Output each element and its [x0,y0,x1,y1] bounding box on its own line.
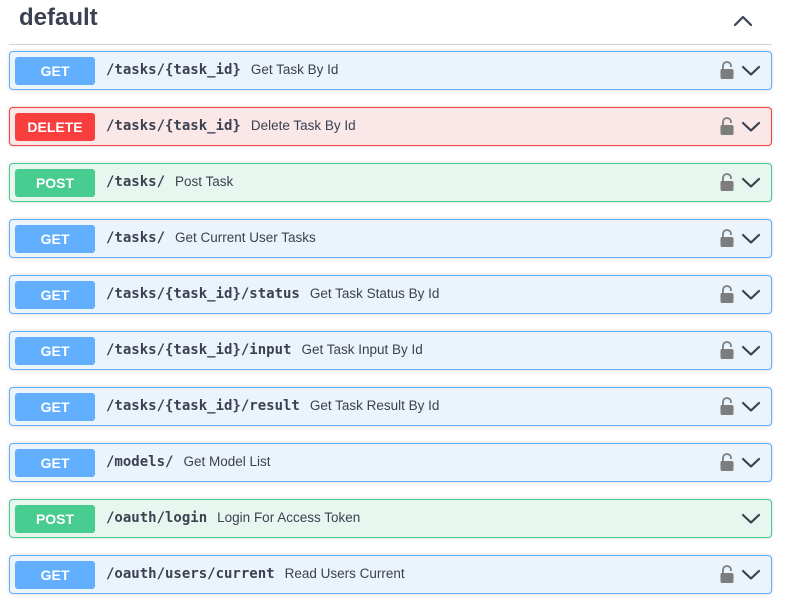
operation-path: /tasks/Get Current User Tasks [106,230,316,246]
operation-summary: Get Task Status By Id [309,286,440,301]
operation-summary: Read Users Current [284,566,405,581]
lock-icon[interactable] [719,396,735,416]
operation-block[interactable]: DELETE /tasks/{task_id} Delete Task By Id [9,107,772,146]
method-badge: POST [15,505,95,533]
method-badge: POST [15,169,95,197]
operation-summary: Post Task [175,174,234,189]
chevron-down-icon[interactable] [741,120,761,133]
method-badge: GET [15,57,95,85]
operations-list: GET /tasks/{task_id} Get Task By Id DELET… [9,51,772,611]
path-text: /oauth/users/current [106,566,275,582]
chevron-down-icon[interactable] [741,232,761,245]
operation-block[interactable]: GET /tasks/{task_id}/status Get Task Stat… [9,275,772,314]
path-text: /tasks/{task_id}/status [106,286,300,302]
section-title: default [19,4,98,31]
method-badge: GET [15,337,95,365]
lock-icon[interactable] [719,228,735,248]
operation-block[interactable]: GET /models/Get Model List [9,443,772,482]
operation-path: /tasks/{task_id}/status Get Task Status B… [106,286,439,302]
path-text: /tasks/{task_id}/input [106,342,292,358]
operation-summary: Login For Access Token [217,510,361,525]
operation-path: /tasks/Post Task [106,174,233,190]
operation-path: /oauth/login Login For Access Token [106,510,360,526]
path-text: /tasks/{task_id} [106,118,241,134]
operation-summary: Get Current User Tasks [175,230,316,245]
path-text: /tasks/{task_id}/result [106,398,300,414]
operation-path: /tasks/{task_id} Delete Task By Id [106,118,356,134]
chevron-down-icon[interactable] [741,64,761,77]
operation-block[interactable]: GET /tasks/{task_id}/input Get Task Input… [9,331,772,370]
chevron-down-icon[interactable] [741,512,761,525]
operation-summary: Get Task By Id [250,62,339,77]
chevron-down-icon[interactable] [741,568,761,581]
lock-icon[interactable] [719,564,735,584]
path-text: /tasks/ [106,230,166,246]
method-badge: DELETE [15,113,95,141]
operation-path: /tasks/{task_id}/input Get Task Input By … [106,342,423,358]
section-header[interactable]: default [9,0,772,45]
operation-block[interactable]: GET /oauth/users/current Read Users Curre… [9,555,772,594]
chevron-down-icon[interactable] [741,400,761,413]
operation-block[interactable]: GET /tasks/Get Current User Tasks [9,219,772,258]
method-badge: GET [15,561,95,589]
operation-summary: Get Model List [183,454,271,469]
chevron-down-icon[interactable] [741,176,761,189]
operation-summary: Delete Task By Id [250,118,356,133]
operation-path: /tasks/{task_id} Get Task By Id [106,62,338,78]
lock-icon[interactable] [719,60,735,80]
chevron-down-icon[interactable] [741,344,761,357]
chevron-down-icon[interactable] [741,456,761,469]
path-text: /models/ [106,454,174,470]
lock-icon[interactable] [719,340,735,360]
method-badge: GET [15,393,95,421]
method-badge: GET [15,225,95,253]
operation-block[interactable]: GET /tasks/{task_id}/result Get Task Resu… [9,387,772,426]
method-badge: GET [15,449,95,477]
operation-block[interactable]: POST /oauth/login Login For Access Token [9,499,772,538]
operation-block[interactable]: POST /tasks/Post Task [9,163,772,202]
operation-block[interactable]: GET /tasks/{task_id} Get Task By Id [9,51,772,90]
path-text: /tasks/ [106,174,166,190]
lock-icon[interactable] [719,284,735,304]
lock-icon[interactable] [719,116,735,136]
lock-icon[interactable] [719,172,735,192]
chevron-down-icon[interactable] [741,288,761,301]
path-text: /oauth/login [106,510,208,526]
operation-summary: Get Task Result By Id [309,398,440,413]
method-badge: GET [15,281,95,309]
path-text: /tasks/{task_id} [106,62,241,78]
operation-summary: Get Task Input By Id [301,342,423,357]
operation-path: /tasks/{task_id}/result Get Task Result B… [106,398,439,414]
lock-icon[interactable] [719,452,735,472]
operation-path: /oauth/users/current Read Users Current [106,566,405,582]
chevron-up-icon[interactable] [732,12,754,28]
operation-path: /models/Get Model List [106,454,270,470]
